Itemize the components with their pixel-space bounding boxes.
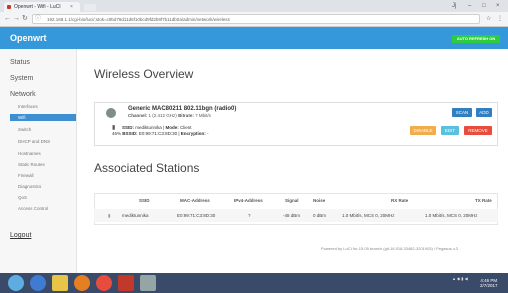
sidebar-item-access-control[interactable]: Access Control: [18, 206, 48, 212]
sidebar-item-status[interactable]: Status: [10, 58, 30, 67]
browser-tab[interactable]: Openwrt - Wifi - LuCI: [4, 2, 80, 12]
auto-refresh-toggle[interactable]: AUTO REFRESH ON: [452, 35, 500, 43]
brand-logo[interactable]: Openwrt: [10, 33, 47, 43]
network-bssid-line: 46% BSSID: E0:99:71:C3:8D:30 | Encryptio…: [112, 131, 209, 136]
col-header-mac: MAC-Address: [180, 198, 210, 203]
radio-name: Generic MAC80211 802.11bgn (radio0): [128, 106, 237, 112]
back-icon[interactable]: ←: [4, 14, 11, 24]
sidebar-item-firewall[interactable]: Firewall: [18, 173, 34, 179]
maximize-icon[interactable]: □: [482, 1, 486, 11]
channel-label: Channel:: [128, 113, 148, 118]
col-header-ipv4: IPv4-Address: [234, 198, 263, 203]
window-close-icon[interactable]: ×: [496, 1, 500, 11]
tab-close-icon[interactable]: ×: [70, 2, 73, 12]
page-info-icon[interactable]: ⓘ: [35, 16, 41, 22]
encryption-label: Encryption:: [180, 131, 206, 136]
bssid-label: BSSID:: [122, 131, 138, 136]
menu-icon[interactable]: ⋮: [497, 15, 503, 23]
forward-icon[interactable]: →: [13, 14, 20, 24]
remove-button[interactable]: REMOVE: [464, 126, 492, 135]
sidebar-item-hostnames[interactable]: Hostnames: [18, 151, 41, 157]
cell-mac: E0:99:71:C3:8D:30: [177, 213, 216, 218]
disable-button[interactable]: DISABLE: [410, 126, 436, 135]
sidebar-item-diagnostics[interactable]: Diagnostics: [18, 184, 41, 190]
new-tab-button[interactable]: [84, 4, 96, 11]
ie-icon[interactable]: [30, 275, 46, 291]
cell-signal: -48 dBm: [283, 213, 301, 218]
encryption-value: -: [207, 131, 209, 136]
sidebar-item-switch[interactable]: Switch: [18, 127, 31, 133]
sidebar-item-interfaces[interactable]: Interfaces: [18, 104, 38, 110]
media-player-icon[interactable]: [74, 275, 90, 291]
edit-button[interactable]: EDIT: [441, 126, 459, 135]
bookmark-star-icon[interactable]: ☆: [486, 15, 491, 23]
taskbar-clock[interactable]: 4:46 PM 2/7/2017: [480, 278, 498, 288]
col-header-noise: Noise: [313, 198, 326, 203]
start-button-icon[interactable]: [8, 275, 24, 291]
bitrate-value: ? Mbit/s: [195, 113, 211, 118]
bitrate-label: Bitrate:: [178, 113, 194, 118]
window-profile-label: Jj: [452, 3, 457, 9]
col-header-ssid: SSID: [139, 198, 150, 203]
footer-text: Powered by LuCI for-15.05 branch (git-16…: [321, 246, 458, 251]
page-title: Wireless Overview: [94, 67, 194, 81]
section-title-stations: Associated Stations: [94, 161, 200, 175]
sidebar-item-qos[interactable]: QoS: [18, 195, 27, 201]
reload-icon[interactable]: ↻: [22, 14, 28, 24]
sidebar-item-static-routes[interactable]: Static Routes: [18, 162, 45, 168]
address-bar[interactable]: 192.168.1.1/cgi-bin/luci/;stok=c9bd78d11…: [32, 14, 480, 24]
sidebar-item-system[interactable]: System: [10, 74, 33, 83]
scan-button[interactable]: SCAN: [452, 108, 472, 117]
cell-ipv4: ?: [248, 213, 251, 218]
col-header-rx-rate: RX Rate: [391, 198, 409, 203]
col-header-signal: Signal: [285, 198, 299, 203]
sidebar-item-dhcp-dns[interactable]: DHCP and DNS: [18, 139, 50, 145]
network-app-icon[interactable]: [140, 275, 156, 291]
tab-favicon-icon: [7, 5, 11, 9]
mode-value: Client: [179, 125, 192, 130]
station-signal-icon: ▮: [108, 213, 111, 218]
mode-label: Mode:: [165, 125, 179, 130]
system-tray-icons[interactable]: ▲ ◆ ▮ ◀: [452, 276, 468, 282]
app-icon[interactable]: [118, 275, 134, 291]
chrome-icon[interactable]: [96, 275, 112, 291]
sidebar-item-wifi[interactable]: Wifi: [18, 114, 26, 121]
cell-rx-rate: 1.0 Mbit/s, MCS 0, 20MHz: [342, 213, 395, 218]
cell-tx-rate: 1.0 Mbit/s, MCS 0, 20MHz: [425, 213, 478, 218]
radio-channel-bitrate: Channel: 1 (2.412 GHz) Bitrate: ? Mbit/s: [128, 113, 211, 119]
cell-noise: 0 dBm: [313, 213, 327, 218]
signal-percent: 46%: [112, 131, 122, 136]
add-button[interactable]: ADD: [476, 108, 492, 117]
clock-date: 2/7/2017: [480, 283, 498, 288]
app-header: [0, 27, 508, 49]
logout-link[interactable]: Logout: [10, 231, 31, 240]
sidebar-item-network[interactable]: Network: [10, 90, 36, 99]
ssid-label: SSID:: [122, 125, 135, 130]
bssid-value: E0:99:71:C3:8D:30: [138, 131, 178, 136]
cell-ssid: mediktunnika: [122, 213, 149, 218]
minimize-icon[interactable]: –: [468, 1, 471, 11]
ssid-value: mediktunnika: [135, 125, 162, 130]
radio-device-icon: [106, 108, 116, 118]
channel-value: 1 (2.412 GHz): [148, 113, 177, 118]
col-header-tx-rate: TX Rate: [475, 198, 492, 203]
folder-icon[interactable]: [52, 275, 68, 291]
